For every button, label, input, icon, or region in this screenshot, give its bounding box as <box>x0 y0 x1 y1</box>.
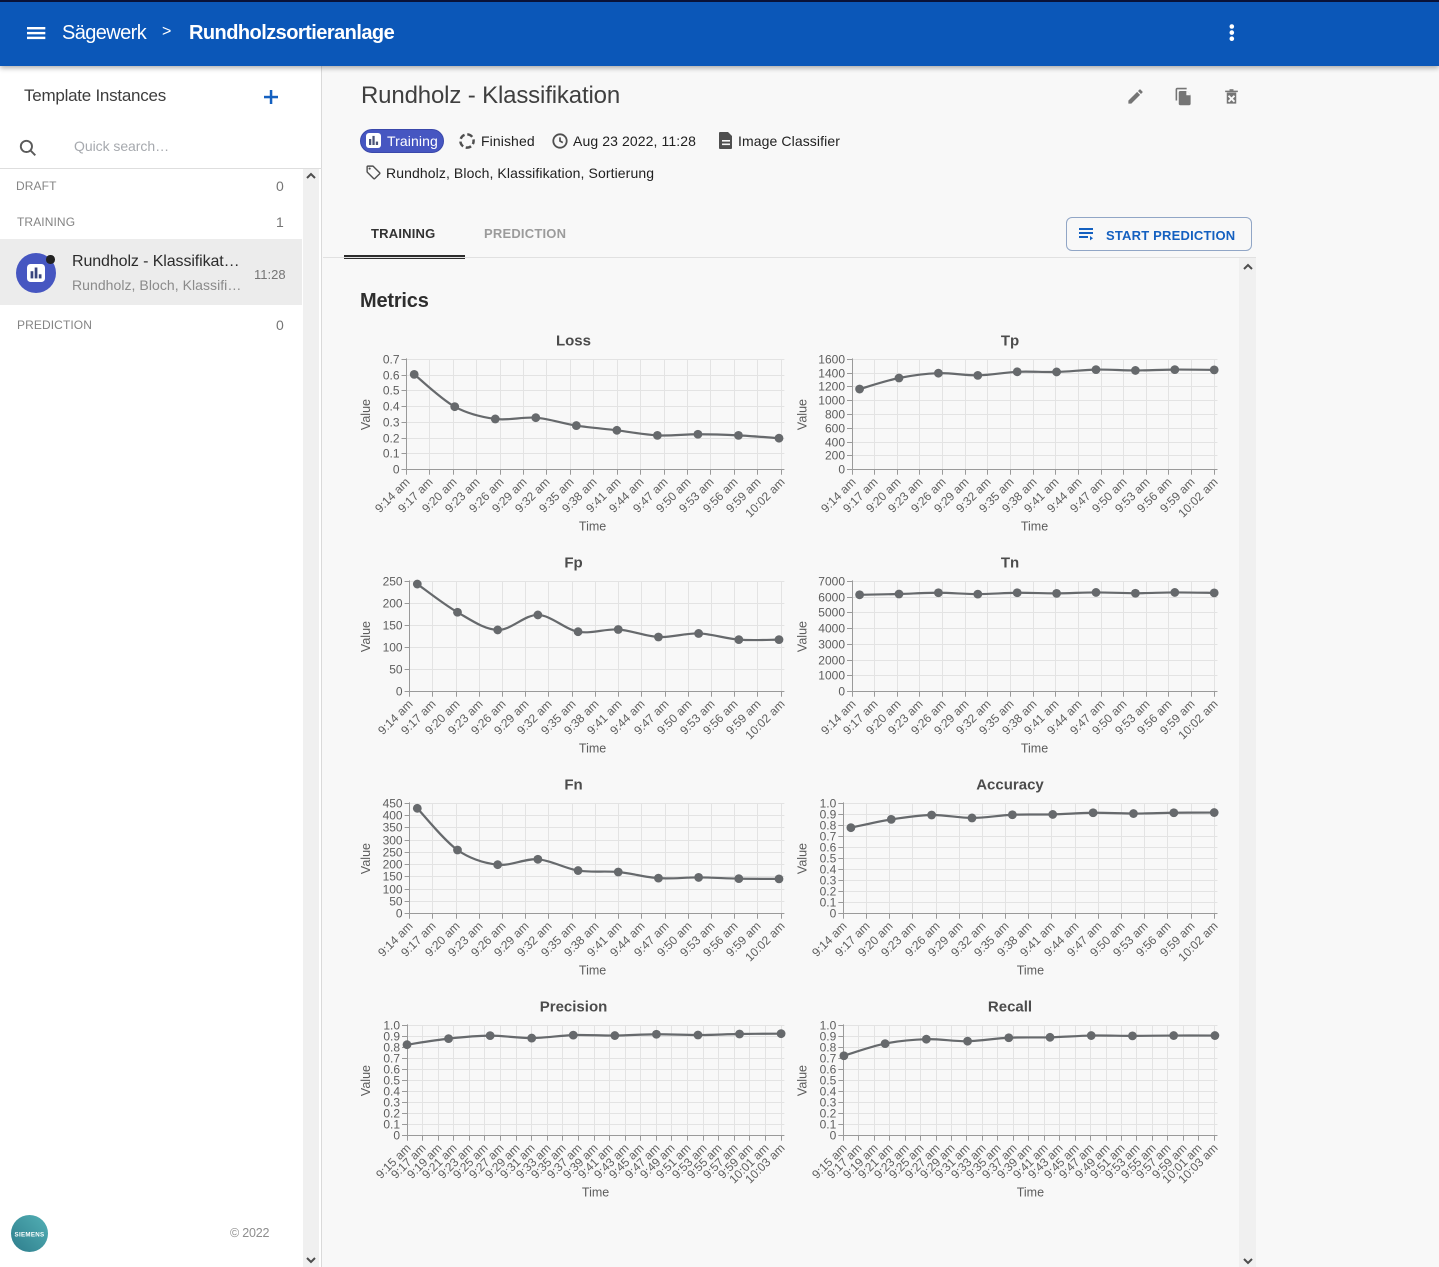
svg-text:0: 0 <box>838 463 845 477</box>
svg-text:Time: Time <box>579 964 606 978</box>
svg-text:1000: 1000 <box>818 394 845 408</box>
svg-text:Time: Time <box>579 742 606 756</box>
svg-text:200: 200 <box>825 449 845 463</box>
svg-text:4000: 4000 <box>818 622 845 636</box>
svg-text:6000: 6000 <box>818 591 845 605</box>
svg-text:0: 0 <box>393 463 400 477</box>
svg-text:Value: Value <box>359 621 373 652</box>
svg-text:0: 0 <box>396 907 403 921</box>
svg-text:Time: Time <box>1017 964 1044 978</box>
svg-text:350: 350 <box>383 821 403 835</box>
svg-text:Value: Value <box>359 1065 373 1096</box>
svg-text:Precision: Precision <box>540 998 608 1015</box>
svg-text:Loss: Loss <box>556 332 591 349</box>
svg-text:600: 600 <box>825 422 845 436</box>
svg-text:Value: Value <box>795 621 809 652</box>
svg-text:Value: Value <box>359 843 373 874</box>
svg-text:5000: 5000 <box>818 606 845 620</box>
svg-text:100: 100 <box>383 883 403 897</box>
svg-text:0.4: 0.4 <box>383 400 400 414</box>
svg-text:400: 400 <box>383 809 403 823</box>
svg-text:2000: 2000 <box>818 654 845 668</box>
svg-text:Value: Value <box>795 399 809 430</box>
svg-text:Time: Time <box>582 1186 609 1200</box>
svg-text:Time: Time <box>579 520 606 534</box>
svg-text:7000: 7000 <box>818 575 845 589</box>
svg-text:0.5: 0.5 <box>383 384 400 398</box>
svg-text:300: 300 <box>383 834 403 848</box>
svg-text:1000: 1000 <box>818 669 845 683</box>
svg-text:150: 150 <box>383 619 403 633</box>
svg-text:Fp: Fp <box>564 554 582 571</box>
svg-text:0: 0 <box>396 685 403 699</box>
svg-text:0.6: 0.6 <box>383 369 400 383</box>
svg-text:3000: 3000 <box>818 638 845 652</box>
svg-text:Tn: Tn <box>1001 554 1019 571</box>
svg-text:Time: Time <box>1021 520 1048 534</box>
svg-text:Recall: Recall <box>988 998 1032 1015</box>
svg-text:Tp: Tp <box>1001 332 1019 349</box>
svg-text:250: 250 <box>383 575 403 589</box>
svg-text:1400: 1400 <box>818 367 845 381</box>
svg-text:Time: Time <box>1021 742 1048 756</box>
svg-text:100: 100 <box>383 641 403 655</box>
svg-text:1600: 1600 <box>818 353 845 367</box>
svg-text:1.0: 1.0 <box>383 1019 400 1033</box>
svg-text:1.0: 1.0 <box>820 797 837 811</box>
svg-text:1.0: 1.0 <box>820 1019 837 1033</box>
svg-text:150: 150 <box>383 870 403 884</box>
svg-text:400: 400 <box>825 436 845 450</box>
svg-text:0: 0 <box>838 685 845 699</box>
svg-text:SIEMENS: SIEMENS <box>15 1232 45 1239</box>
svg-text:50: 50 <box>389 663 403 677</box>
svg-text:800: 800 <box>825 408 845 422</box>
svg-text:200: 200 <box>383 858 403 872</box>
svg-text:Fn: Fn <box>564 776 582 793</box>
svg-text:Time: Time <box>1017 1186 1044 1200</box>
svg-text:50: 50 <box>389 895 403 909</box>
svg-text:0.3: 0.3 <box>383 416 400 430</box>
svg-text:Accuracy: Accuracy <box>976 776 1044 793</box>
svg-text:1200: 1200 <box>818 380 845 394</box>
svg-text:200: 200 <box>383 597 403 611</box>
svg-text:Value: Value <box>795 843 809 874</box>
svg-text:0.2: 0.2 <box>383 432 400 446</box>
svg-text:Value: Value <box>359 399 373 430</box>
svg-text:Value: Value <box>795 1065 809 1096</box>
svg-text:0.1: 0.1 <box>383 447 400 461</box>
svg-text:450: 450 <box>383 797 403 811</box>
svg-text:250: 250 <box>383 846 403 860</box>
svg-text:0.7: 0.7 <box>383 353 400 367</box>
